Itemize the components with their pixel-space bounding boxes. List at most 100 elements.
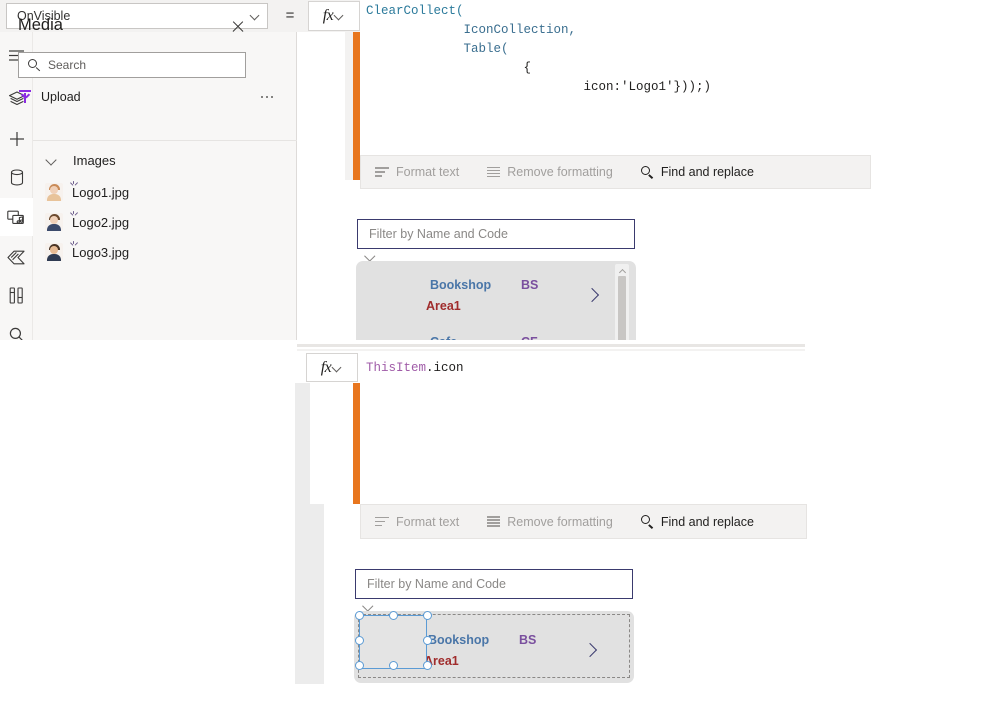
formula-code-bottom[interactable]: ThisItem.icon: [366, 359, 464, 378]
find-and-replace-label: Find and replace: [660, 165, 754, 179]
folder-images[interactable]: Images: [45, 148, 285, 172]
divider-line-secondary: [297, 349, 805, 351]
sidebar-item-data[interactable]: [0, 158, 33, 196]
upload-label: Upload: [41, 90, 81, 104]
search-icon: [640, 165, 654, 179]
media-search-placeholder: Search: [48, 58, 87, 72]
find-and-replace-label: Find and replace: [660, 514, 754, 529]
row-code: BS: [521, 278, 539, 292]
row-name: Bookshop: [430, 278, 492, 292]
upload-icon: [18, 90, 32, 104]
divider-line: [297, 344, 805, 347]
remove-formatting-button[interactable]: Remove formatting: [473, 505, 627, 538]
list-item[interactable]: Logo3.jpg: [45, 237, 285, 267]
filter-input-bottom[interactable]: Filter by Name and Code: [355, 569, 633, 599]
file-name: Logo1.jpg: [69, 180, 129, 200]
list-item[interactable]: Logo1.jpg: [45, 177, 285, 207]
remove-formatting-icon: [487, 166, 501, 178]
format-text-button[interactable]: Format text: [361, 505, 473, 538]
row-name: Bookshop: [428, 633, 490, 647]
left-icon-rail: [0, 32, 33, 348]
resize-handle-nw[interactable]: [355, 611, 364, 620]
data-icon: [10, 168, 23, 185]
resize-handle-w[interactable]: [355, 636, 364, 645]
scroll-up-icon[interactable]: [619, 268, 625, 272]
format-toolbar-top: Format text Remove formatting Find and r…: [360, 155, 871, 189]
sidebar-item-insert[interactable]: [0, 120, 33, 158]
chevron-down-icon: [251, 11, 261, 21]
chevron-down-icon: [335, 11, 345, 21]
file-thumbnail: [45, 183, 63, 201]
chevron-right-icon[interactable]: [584, 287, 600, 303]
remove-formatting-label: Remove formatting: [507, 514, 613, 529]
format-text-icon: [375, 516, 389, 527]
gallery-row[interactable]: Bookshop BS Area1: [356, 261, 636, 321]
filter-placeholder: Filter by Name and Code: [369, 227, 508, 241]
format-text-button[interactable]: Format text: [361, 156, 473, 188]
search-icon: [28, 59, 40, 71]
file-thumbnail: [45, 243, 63, 261]
formula-gutter-bottom: [295, 383, 310, 504]
scrollbar-thumb[interactable]: [618, 276, 626, 342]
fx-toggle-button-bottom[interactable]: fx: [306, 353, 358, 382]
media-search-input[interactable]: Search: [18, 52, 246, 78]
fx-label: fx: [320, 358, 332, 376]
gallery-top[interactable]: Bookshop BS Area1 Cafe CF: [356, 261, 636, 348]
equals-sign: =: [285, 7, 295, 24]
new-sparkle-icon: [69, 240, 79, 250]
formula-object: ThisItem: [366, 361, 427, 375]
panel-divider: [33, 140, 297, 141]
media-panel-title: Media: [18, 16, 63, 34]
upload-button[interactable]: Upload: [18, 84, 281, 110]
list-item[interactable]: Logo2.jpg: [45, 207, 285, 237]
resize-handle-sw[interactable]: [355, 661, 364, 670]
format-toolbar-bottom: Format text Remove formatting Find and r…: [360, 504, 807, 539]
search-icon: [640, 515, 654, 528]
row-code: BS: [519, 633, 537, 647]
sidebar-item-media[interactable]: [0, 198, 33, 236]
format-text-label: Format text: [396, 165, 460, 179]
canvas-gutter-bottom: [295, 504, 324, 684]
resize-handle-n[interactable]: [389, 611, 398, 620]
variables-icon: [9, 286, 23, 304]
resize-handle-e[interactable]: [423, 636, 432, 645]
chevron-down-icon: [45, 154, 57, 166]
chevron-down-icon: [333, 363, 343, 373]
theme-icon: [7, 250, 25, 264]
sidebar-item-variables[interactable]: [0, 276, 33, 314]
background-mask: [0, 341, 297, 708]
formula-accent-bar-bottom: [353, 383, 360, 504]
filter-input-top[interactable]: Filter by Name and Code: [357, 219, 635, 249]
resize-handle-ne[interactable]: [423, 611, 432, 620]
formula-code-top[interactable]: ClearCollect( IconCollection, Table( { i…: [366, 2, 711, 97]
media-icon: [7, 210, 24, 224]
row-area: Area1: [426, 299, 461, 313]
row-image-placeholder: [362, 267, 422, 315]
gallery-bottom[interactable]: Bookshop BS Area1: [354, 611, 634, 683]
resize-handle-s[interactable]: [389, 661, 398, 670]
find-and-replace-button[interactable]: Find and replace: [627, 505, 768, 538]
find-and-replace-button[interactable]: Find and replace: [627, 156, 768, 188]
formula-property: .icon: [426, 361, 464, 375]
chevron-right-icon[interactable]: [582, 642, 598, 658]
formula-body-bottom[interactable]: [310, 383, 805, 504]
format-text-label: Format text: [396, 514, 460, 529]
new-sparkle-icon: [69, 210, 79, 220]
resize-handle-se[interactable]: [423, 661, 432, 670]
fx-toggle-button[interactable]: fx: [308, 1, 360, 31]
new-sparkle-icon: [69, 180, 79, 190]
sidebar-item-theme[interactable]: [0, 238, 33, 276]
gallery-scrollbar[interactable]: [615, 264, 629, 346]
remove-formatting-button[interactable]: Remove formatting: [473, 156, 627, 188]
remove-formatting-icon: [487, 516, 501, 527]
close-icon[interactable]: [228, 16, 248, 36]
file-name: Logo3.jpg: [69, 240, 129, 260]
folder-label: Images: [73, 152, 116, 168]
format-text-icon: [375, 167, 389, 177]
filter-placeholder: Filter by Name and Code: [367, 577, 506, 591]
insert-plus-icon: [9, 132, 24, 146]
file-name: Logo2.jpg: [69, 210, 129, 230]
more-options-icon[interactable]: [258, 88, 276, 106]
file-thumbnail: [45, 213, 63, 231]
remove-formatting-label: Remove formatting: [507, 165, 613, 179]
